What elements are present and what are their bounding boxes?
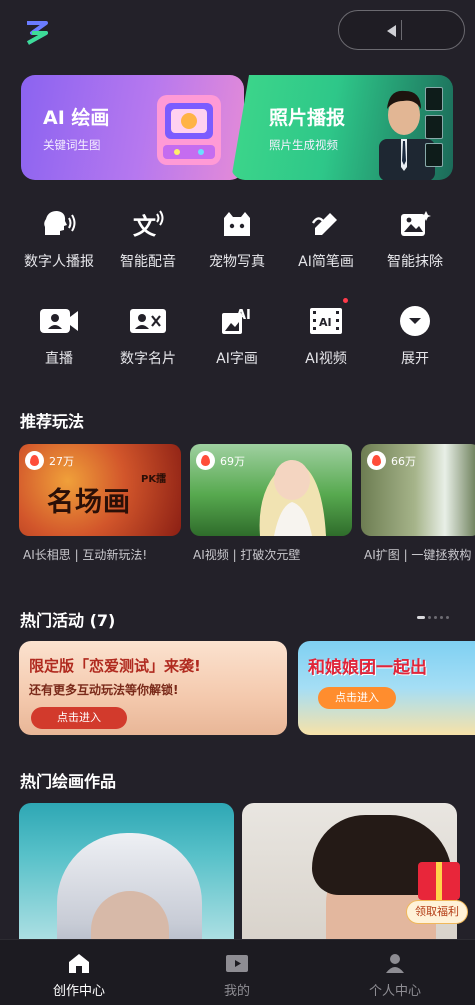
activities-pager xyxy=(417,616,449,619)
pet-icon xyxy=(215,207,259,241)
tool-smart-dubbing[interactable]: 文 智能配音 xyxy=(103,207,193,271)
tool-label: 直播 xyxy=(45,351,73,367)
image-erase-icon xyxy=(393,207,437,241)
tool-label: 数字名片 xyxy=(120,351,176,367)
card-subtitle: 关键词生图 xyxy=(43,138,101,152)
bottom-navigation: 创作中心 我的 个人中心 xyxy=(0,939,475,1005)
tool-label: 数字人播报 xyxy=(24,254,94,270)
artworks-section-title: 热门绘画作品 xyxy=(20,772,117,791)
fire-icon xyxy=(25,451,44,470)
card-title: 照片播报 xyxy=(269,107,346,129)
tool-ai-sketch[interactable]: AI简笔画 xyxy=(281,207,371,271)
play-count-badge: 69万 xyxy=(196,451,245,470)
play-count-badge: 66万 xyxy=(367,451,416,470)
portrait-thumbnails xyxy=(425,87,445,171)
top-bar xyxy=(0,0,475,66)
ai-painting-card[interactable]: AI 绘画 关键词生图 xyxy=(21,75,244,180)
fire-icon xyxy=(196,451,215,470)
photo-broadcast-card[interactable]: 照片播报 照片生成视频 xyxy=(231,75,453,180)
nav-personal-center[interactable]: 个人中心 xyxy=(316,940,474,1005)
play-folder-icon xyxy=(224,950,250,976)
ai-calligraphy-icon: AI xyxy=(215,304,259,338)
speaking-head-icon xyxy=(37,207,81,241)
activity-enter-button[interactable]: 点击进入 xyxy=(318,687,396,709)
activities-section-title: 热门活动 (7) xyxy=(20,611,116,630)
tool-digital-card[interactable]: 数字名片 xyxy=(103,304,193,368)
activity-banner[interactable]: 限定版「恋爱测试」来袭! 还有更多互动玩法等你解锁! 点击进入 xyxy=(19,641,287,735)
tool-label: AI视频 xyxy=(305,351,347,367)
gift-ribbon xyxy=(436,862,442,900)
card-title: AI 绘画 xyxy=(43,107,110,129)
recommend-card[interactable]: 69万 xyxy=(190,444,352,536)
tool-smart-erase[interactable]: 智能抹除 xyxy=(370,207,460,271)
nav-mine[interactable]: 我的 xyxy=(158,940,316,1005)
artwork-card[interactable] xyxy=(19,803,234,953)
activity-headline: 和娘娘团一起出 xyxy=(308,658,427,678)
activity-banner[interactable]: 和娘娘团一起出 点击进入 xyxy=(298,641,475,735)
activity-headline: 限定版「恋爱测试」来袭! xyxy=(29,657,201,675)
recommend-caption: AI长相思 | 互动新玩法! xyxy=(23,548,148,562)
nav-label: 创作中心 xyxy=(52,984,105,999)
tool-live[interactable]: 直播 xyxy=(14,304,104,368)
play-count-badge: 27万 xyxy=(25,451,74,470)
tool-label: 智能抹除 xyxy=(387,254,443,270)
capsule-divider xyxy=(401,20,402,40)
person-icon xyxy=(382,950,408,976)
ai-video-icon: AI xyxy=(304,304,348,338)
more-icon[interactable] xyxy=(387,25,396,37)
tool-pet-portrait[interactable]: 宠物写真 xyxy=(192,207,282,271)
pencil-sketch-icon xyxy=(304,207,348,241)
app-logo-icon[interactable] xyxy=(24,20,50,46)
svg-text:AI: AI xyxy=(319,316,332,329)
svg-text:文: 文 xyxy=(133,213,157,239)
nav-label: 个人中心 xyxy=(368,984,421,999)
fire-icon xyxy=(367,451,386,470)
mini-program-capsule[interactable] xyxy=(338,10,465,50)
tool-label: 宠物写真 xyxy=(209,254,265,270)
tool-ai-video[interactable]: AI AI视频 xyxy=(281,298,371,368)
svg-text:AI: AI xyxy=(236,308,251,323)
recommend-section-title: 推荐玩法 xyxy=(20,412,85,431)
tool-ai-calligraphy[interactable]: AI AI字画 xyxy=(192,304,282,368)
text-voice-icon: 文 xyxy=(126,207,170,241)
recommend-card[interactable]: 66万 xyxy=(361,444,475,536)
arcade-machine-illustration xyxy=(157,95,221,165)
home-icon xyxy=(66,950,92,976)
anime-girl-illustration xyxy=(259,460,326,536)
tool-label: 展开 xyxy=(401,351,429,367)
calligraphy-art-tag: PK擂 xyxy=(141,474,167,485)
gift-float-button[interactable]: 领取福利 xyxy=(406,862,468,928)
recommend-caption: AI视频 | 打破次元壁 xyxy=(193,548,301,562)
activity-enter-button[interactable]: 点击进入 xyxy=(31,707,127,729)
play-count: 69万 xyxy=(220,454,245,468)
calligraphy-art-text: 名场画 xyxy=(47,487,131,518)
card-subtitle: 照片生成视频 xyxy=(269,138,338,152)
activity-subline: 还有更多互动玩法等你解锁! xyxy=(29,683,179,697)
business-card-icon xyxy=(126,304,170,338)
recommend-caption: AI扩图 | 一键拯救构 xyxy=(364,548,472,562)
new-badge-dot xyxy=(343,298,348,303)
expand-icon xyxy=(393,304,437,338)
tool-digital-human[interactable]: 数字人播报 xyxy=(14,207,104,271)
tool-expand[interactable]: 展开 xyxy=(370,304,460,368)
play-count: 27万 xyxy=(49,454,74,468)
tool-label: AI字画 xyxy=(216,351,258,367)
nav-label: 我的 xyxy=(223,984,250,999)
tool-label: 智能配音 xyxy=(120,254,176,270)
nav-creation-center[interactable]: 创作中心 xyxy=(0,940,158,1005)
tool-label: AI简笔画 xyxy=(298,254,354,270)
live-camera-icon xyxy=(37,304,81,338)
play-count: 66万 xyxy=(391,454,416,468)
gift-label: 领取福利 xyxy=(406,900,468,924)
recommend-card[interactable]: 27万 名场画 PK擂 xyxy=(19,444,181,536)
